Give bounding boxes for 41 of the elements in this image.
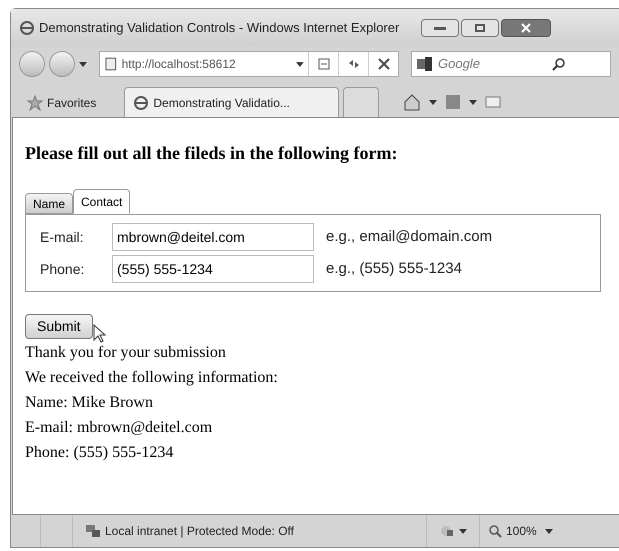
search-icon[interactable] bbox=[552, 57, 566, 71]
browser-logo-icon bbox=[133, 94, 150, 110]
zoom-button[interactable]: 100% bbox=[480, 515, 545, 547]
form-tab[interactable]: Name bbox=[25, 193, 74, 214]
browser-logo-icon bbox=[19, 20, 35, 36]
form-tab[interactable]: Contact bbox=[73, 189, 130, 214]
caret-icon[interactable] bbox=[544, 528, 553, 534]
window-title: Demonstrating Validation Controls - Windows Internet Explorer bbox=[39, 19, 400, 38]
address-field[interactable]: http://localhost:58612 bbox=[99, 51, 399, 77]
field-label: Phone: bbox=[40, 260, 86, 278]
text-field[interactable]: mbrown@deitel.com bbox=[112, 223, 314, 251]
result-line: We received the following information: bbox=[25, 368, 278, 388]
favorites-button[interactable]: Favorites bbox=[19, 89, 104, 117]
result-line: Name: Mike Brown bbox=[25, 393, 153, 413]
format-hint: e.g., (555) 555-1234 bbox=[326, 258, 462, 279]
caret-icon[interactable] bbox=[469, 100, 478, 104]
close-button[interactable] bbox=[501, 19, 552, 37]
close-icon bbox=[521, 23, 532, 33]
submit-button[interactable]: Submit bbox=[25, 314, 93, 339]
minimize-button[interactable] bbox=[421, 19, 460, 37]
star-icon bbox=[27, 95, 43, 111]
magnifier-icon bbox=[488, 524, 502, 538]
search-input[interactable]: Google bbox=[438, 54, 548, 74]
text-field[interactable]: (555) 555-1234 bbox=[112, 255, 314, 283]
maximize-button[interactable] bbox=[461, 19, 500, 37]
caret-icon[interactable] bbox=[459, 528, 467, 534]
result-line: Thank you for your submission bbox=[25, 343, 226, 363]
search-box[interactable]: Google bbox=[411, 51, 611, 77]
result-line: E-mail: mbrown@deitel.com bbox=[25, 418, 212, 438]
caret-icon[interactable] bbox=[296, 62, 304, 66]
home-icon[interactable] bbox=[403, 93, 422, 111]
page-icon bbox=[104, 57, 118, 71]
zone-status: Local intranet | Protected Mode: Off bbox=[73, 515, 427, 547]
browser-tab[interactable]: Demonstrating Validatio... bbox=[124, 87, 340, 117]
mouse-pointer-icon bbox=[93, 324, 107, 344]
caret-icon[interactable] bbox=[429, 100, 438, 104]
format-hint: e.g., email@domain.com bbox=[326, 226, 492, 247]
caret-icon[interactable] bbox=[79, 62, 87, 66]
field-label: E-mail: bbox=[40, 228, 85, 246]
form-heading: Please fill out all the fileds in the following form: bbox=[25, 142, 398, 165]
result-line: Phone: (555) 555-1234 bbox=[25, 443, 174, 463]
